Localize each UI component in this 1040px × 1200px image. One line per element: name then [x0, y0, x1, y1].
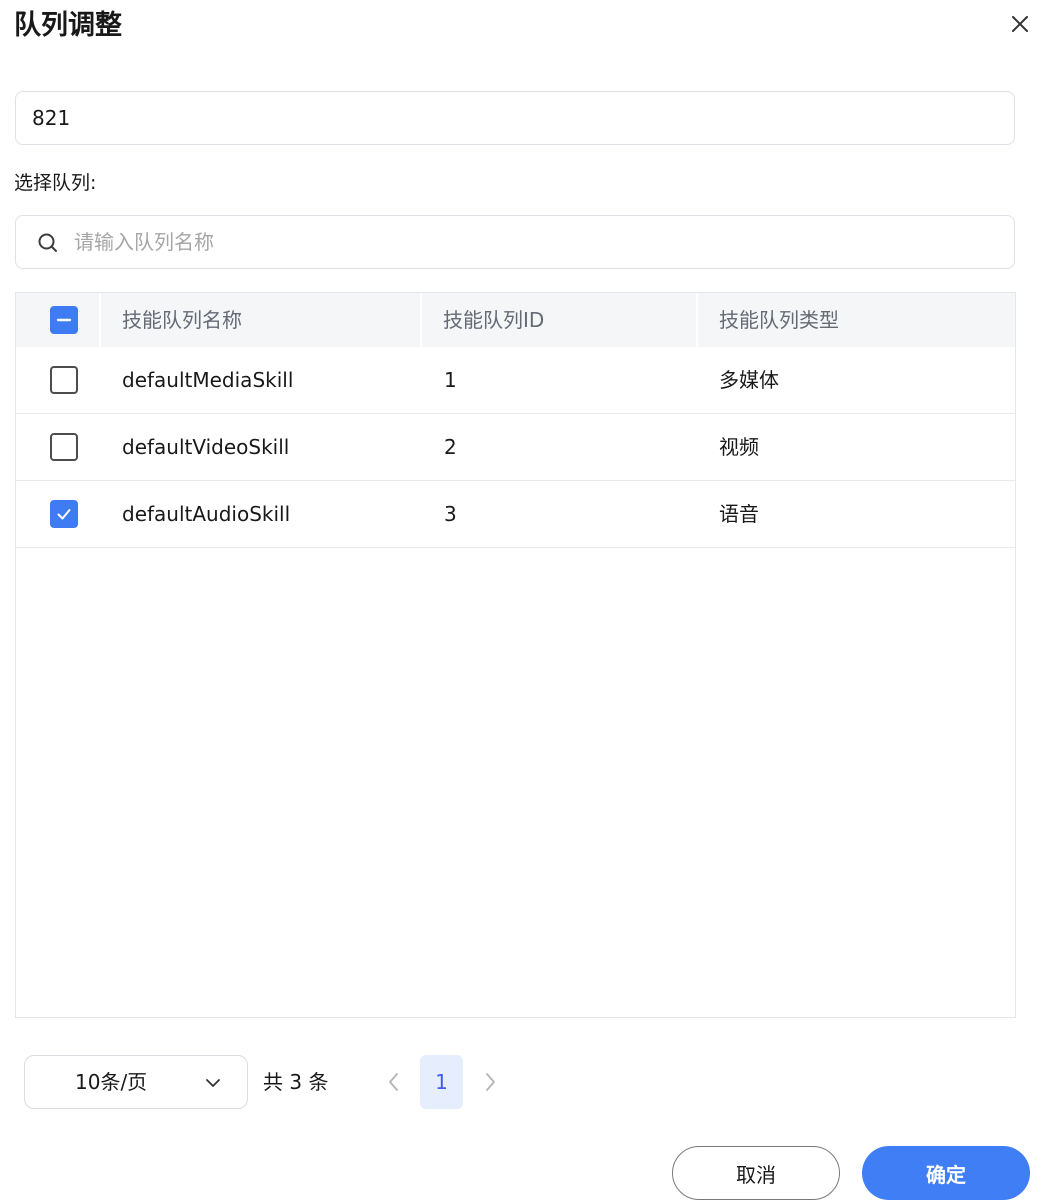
- minus-icon: [56, 318, 72, 322]
- search-icon: [38, 233, 57, 252]
- row-checkbox[interactable]: [50, 500, 78, 528]
- row-checkbox[interactable]: [50, 433, 78, 461]
- queue-id-cell: 3: [444, 502, 457, 526]
- queue-id-field[interactable]: [15, 91, 1015, 145]
- table-row[interactable]: defaultVideoSkill 2 视频: [16, 414, 1015, 481]
- column-divider: [420, 293, 422, 347]
- cancel-button[interactable]: 取消: [672, 1146, 840, 1200]
- queue-id-cell: 1: [444, 368, 457, 392]
- page-size-select[interactable]: 10条/页: [24, 1055, 248, 1109]
- queue-type-cell: 多媒体: [719, 368, 779, 392]
- search-input[interactable]: [74, 216, 994, 268]
- column-divider: [99, 293, 101, 347]
- page-size-label: 10条/页: [75, 1070, 148, 1094]
- chevron-down-icon: [206, 1079, 220, 1087]
- queue-id-cell: 2: [444, 435, 457, 459]
- page-number-current[interactable]: 1: [420, 1055, 463, 1109]
- queue-name-cell: defaultMediaSkill: [122, 368, 294, 392]
- search-box[interactable]: [15, 215, 1015, 269]
- queue-type-cell: 语音: [719, 502, 759, 526]
- queue-table: 技能队列名称 技能队列ID 技能队列类型 defaultMediaSkill 1…: [15, 292, 1016, 1018]
- select-all-checkbox[interactable]: [50, 306, 78, 334]
- chevron-left-icon[interactable]: [382, 1068, 406, 1096]
- table-row[interactable]: defaultMediaSkill 1 多媒体: [16, 347, 1015, 414]
- queue-type-cell: 视频: [719, 435, 759, 459]
- table-header: 技能队列名称 技能队列ID 技能队列类型: [16, 293, 1015, 347]
- queue-name-cell: defaultAudioSkill: [122, 502, 291, 526]
- select-queue-label: 选择队列:: [14, 172, 97, 194]
- column-divider: [696, 293, 698, 347]
- column-header-name[interactable]: 技能队列名称: [122, 293, 242, 347]
- queue-name-cell: defaultVideoSkill: [122, 435, 290, 459]
- dialog-title: 队列调整: [14, 10, 122, 41]
- column-header-type[interactable]: 技能队列类型: [719, 293, 839, 347]
- table-row[interactable]: defaultAudioSkill 3 语音: [16, 481, 1015, 548]
- column-header-id[interactable]: 技能队列ID: [443, 293, 544, 347]
- close-icon: [1012, 16, 1028, 32]
- check-icon: [57, 509, 71, 520]
- chevron-right-icon[interactable]: [478, 1068, 502, 1096]
- row-checkbox[interactable]: [50, 366, 78, 394]
- confirm-button[interactable]: 确定: [862, 1146, 1030, 1200]
- total-count: 共 3 条: [263, 1070, 329, 1094]
- close-button[interactable]: [1004, 8, 1036, 40]
